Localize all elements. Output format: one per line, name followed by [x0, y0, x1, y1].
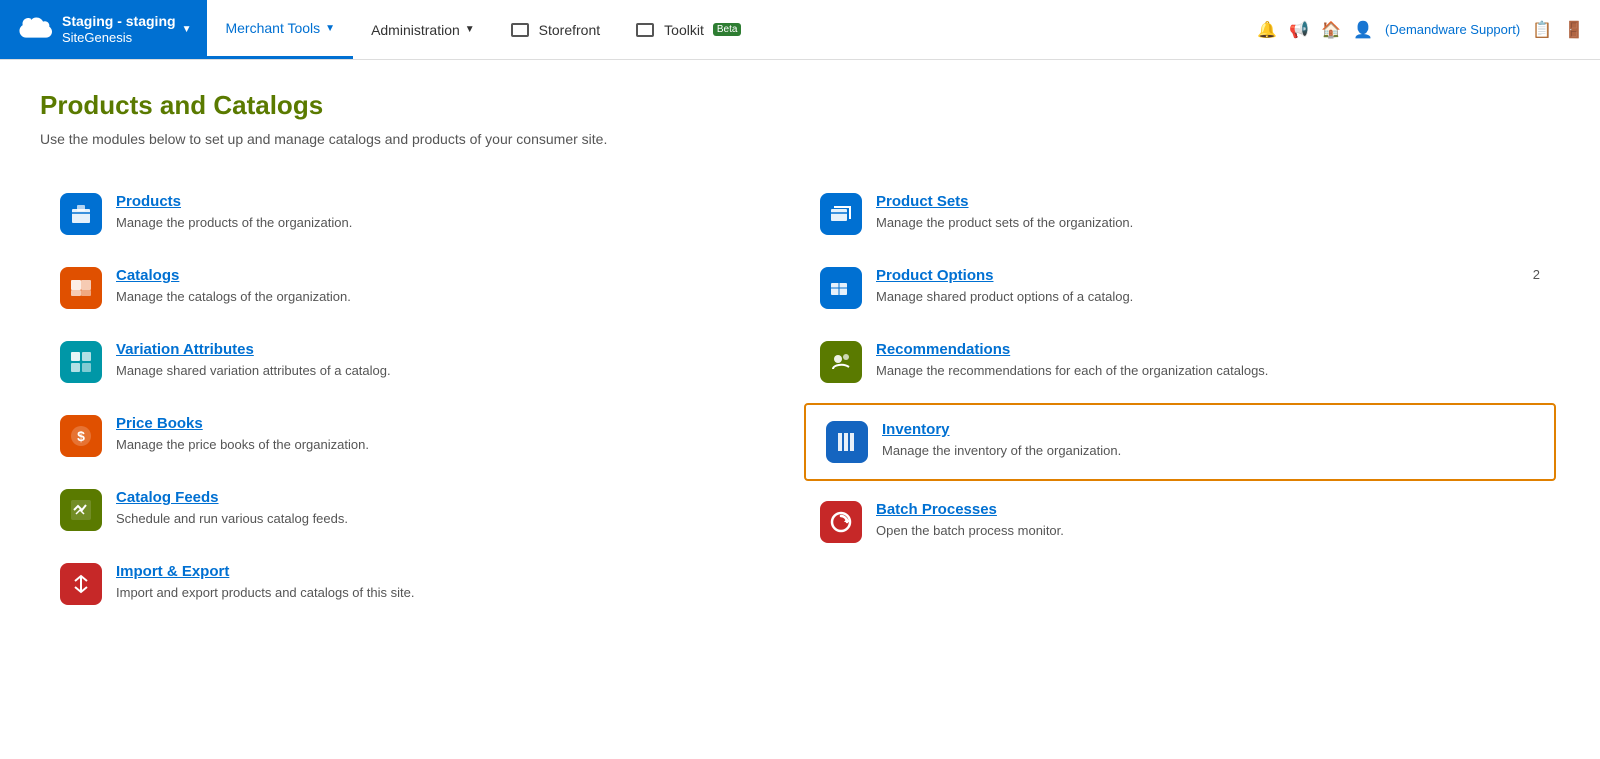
price-books-icon: $ — [60, 415, 102, 457]
product-options-badge: 2 — [1513, 267, 1540, 282]
module-recommendations: Recommendations Manage the recommendatio… — [800, 325, 1560, 399]
catalog-feeds-desc: Schedule and run various catalog feeds. — [116, 511, 348, 526]
monitor-icon-toolkit — [636, 23, 654, 37]
product-sets-desc: Manage the product sets of the organizat… — [876, 215, 1133, 230]
inventory-icon — [826, 421, 868, 463]
merchant-tools-chevron-icon: ▼ — [325, 23, 335, 34]
nav-item-administration[interactable]: Administration ▼ — [353, 0, 493, 59]
product-sets-link[interactable]: Product Sets — [876, 193, 1540, 210]
catalog-feeds-link[interactable]: Catalog Feeds — [116, 489, 780, 506]
catalogs-link[interactable]: Catalogs — [116, 267, 780, 284]
nav-item-merchant-tools[interactable]: Merchant Tools ▼ — [207, 0, 353, 59]
user-icon[interactable]: 👤 — [1353, 20, 1373, 40]
administration-chevron-icon: ▼ — [465, 24, 475, 35]
bell-icon[interactable]: 🔔 — [1257, 20, 1277, 40]
page-description: Use the modules below to set up and mana… — [40, 131, 1560, 147]
page-title: Products and Catalogs — [40, 90, 1560, 121]
module-catalogs: Catalogs Manage the catalogs of the orga… — [40, 251, 800, 325]
navbar-right: 🔔 📢 🏠 👤 (Demandware Support) 📋 🚪 — [1241, 0, 1600, 59]
batch-processes-link[interactable]: Batch Processes — [876, 501, 1540, 518]
brand-text: Staging - staging SiteGenesis — [62, 12, 176, 47]
recommendations-info: Recommendations Manage the recommendatio… — [876, 341, 1540, 378]
product-sets-info: Product Sets Manage the product sets of … — [876, 193, 1540, 230]
price-books-info: Price Books Manage the price books of th… — [116, 415, 780, 452]
variation-attributes-info: Variation Attributes Manage shared varia… — [116, 341, 780, 378]
catalogs-desc: Manage the catalogs of the organization. — [116, 289, 351, 304]
copy-icon[interactable]: 📋 — [1532, 20, 1552, 40]
module-import-export: Import & Export Import and export produc… — [40, 547, 800, 621]
inventory-info: Inventory Manage the inventory of the or… — [882, 421, 1534, 458]
products-link[interactable]: Products — [116, 193, 780, 210]
support-link[interactable]: (Demandware Support) — [1385, 22, 1520, 37]
module-product-sets: Product Sets Manage the product sets of … — [800, 177, 1560, 251]
batch-processes-icon — [820, 501, 862, 543]
right-column: Product Sets Manage the product sets of … — [800, 177, 1560, 621]
import-export-link[interactable]: Import & Export — [116, 563, 780, 580]
product-sets-icon — [820, 193, 862, 235]
product-options-info: Product Options Manage shared product op… — [876, 267, 1499, 304]
products-info: Products Manage the products of the orga… — [116, 193, 780, 230]
import-export-desc: Import and export products and catalogs … — [116, 585, 414, 600]
product-options-link[interactable]: Product Options — [876, 267, 1499, 284]
products-desc: Manage the products of the organization. — [116, 215, 352, 230]
megaphone-icon[interactable]: 📢 — [1289, 20, 1309, 40]
recommendations-icon — [820, 341, 862, 383]
variation-attributes-link[interactable]: Variation Attributes — [116, 341, 780, 358]
home-icon[interactable]: 🏠 — [1321, 20, 1341, 40]
brand-logo[interactable]: Staging - staging SiteGenesis ▼ — [0, 0, 207, 59]
module-batch-processes: Batch Processes Open the batch process m… — [800, 485, 1560, 559]
module-inventory: Inventory Manage the inventory of the or… — [804, 403, 1556, 481]
inventory-desc: Manage the inventory of the organization… — [882, 443, 1121, 458]
beta-badge: Beta — [713, 23, 742, 36]
variation-attributes-desc: Manage shared variation attributes of a … — [116, 363, 391, 378]
catalog-feeds-info: Catalog Feeds Schedule and run various c… — [116, 489, 780, 526]
left-column: Products Manage the products of the orga… — [40, 177, 800, 621]
main-content: Products and Catalogs Use the modules be… — [0, 60, 1600, 651]
variation-attributes-icon — [60, 341, 102, 383]
batch-processes-info: Batch Processes Open the batch process m… — [876, 501, 1540, 538]
module-price-books: $ Price Books Manage the price books of … — [40, 399, 800, 473]
monitor-icon — [511, 23, 529, 37]
catalogs-info: Catalogs Manage the catalogs of the orga… — [116, 267, 780, 304]
modules-grid: Products Manage the products of the orga… — [40, 177, 1560, 621]
module-catalog-feeds: Catalog Feeds Schedule and run various c… — [40, 473, 800, 547]
module-variation-attributes: Variation Attributes Manage shared varia… — [40, 325, 800, 399]
catalogs-icon — [60, 267, 102, 309]
import-export-icon — [60, 563, 102, 605]
nav-item-storefront[interactable]: Storefront — [493, 0, 618, 59]
inventory-link[interactable]: Inventory — [882, 421, 1534, 438]
svg-text:$: $ — [77, 428, 85, 444]
product-options-desc: Manage shared product options of a catal… — [876, 289, 1133, 304]
import-export-info: Import & Export Import and export produc… — [116, 563, 780, 600]
nav-item-toolkit[interactable]: Toolkit Beta — [618, 0, 759, 59]
module-product-options: Product Options Manage shared product op… — [800, 251, 1560, 325]
recommendations-link[interactable]: Recommendations — [876, 341, 1540, 358]
price-books-desc: Manage the price books of the organizati… — [116, 437, 369, 452]
price-books-link[interactable]: Price Books — [116, 415, 780, 432]
product-options-icon — [820, 267, 862, 309]
batch-processes-desc: Open the batch process monitor. — [876, 523, 1064, 538]
signout-icon[interactable]: 🚪 — [1564, 20, 1584, 40]
navbar-nav: Merchant Tools ▼ Administration ▼ Storef… — [207, 0, 1241, 59]
catalog-feeds-icon — [60, 489, 102, 531]
salesforce-icon — [16, 12, 52, 48]
brand-chevron-icon: ▼ — [182, 24, 192, 35]
recommendations-desc: Manage the recommendations for each of t… — [876, 363, 1268, 378]
module-products: Products Manage the products of the orga… — [40, 177, 800, 251]
navbar: Staging - staging SiteGenesis ▼ Merchant… — [0, 0, 1600, 60]
products-icon — [60, 193, 102, 235]
